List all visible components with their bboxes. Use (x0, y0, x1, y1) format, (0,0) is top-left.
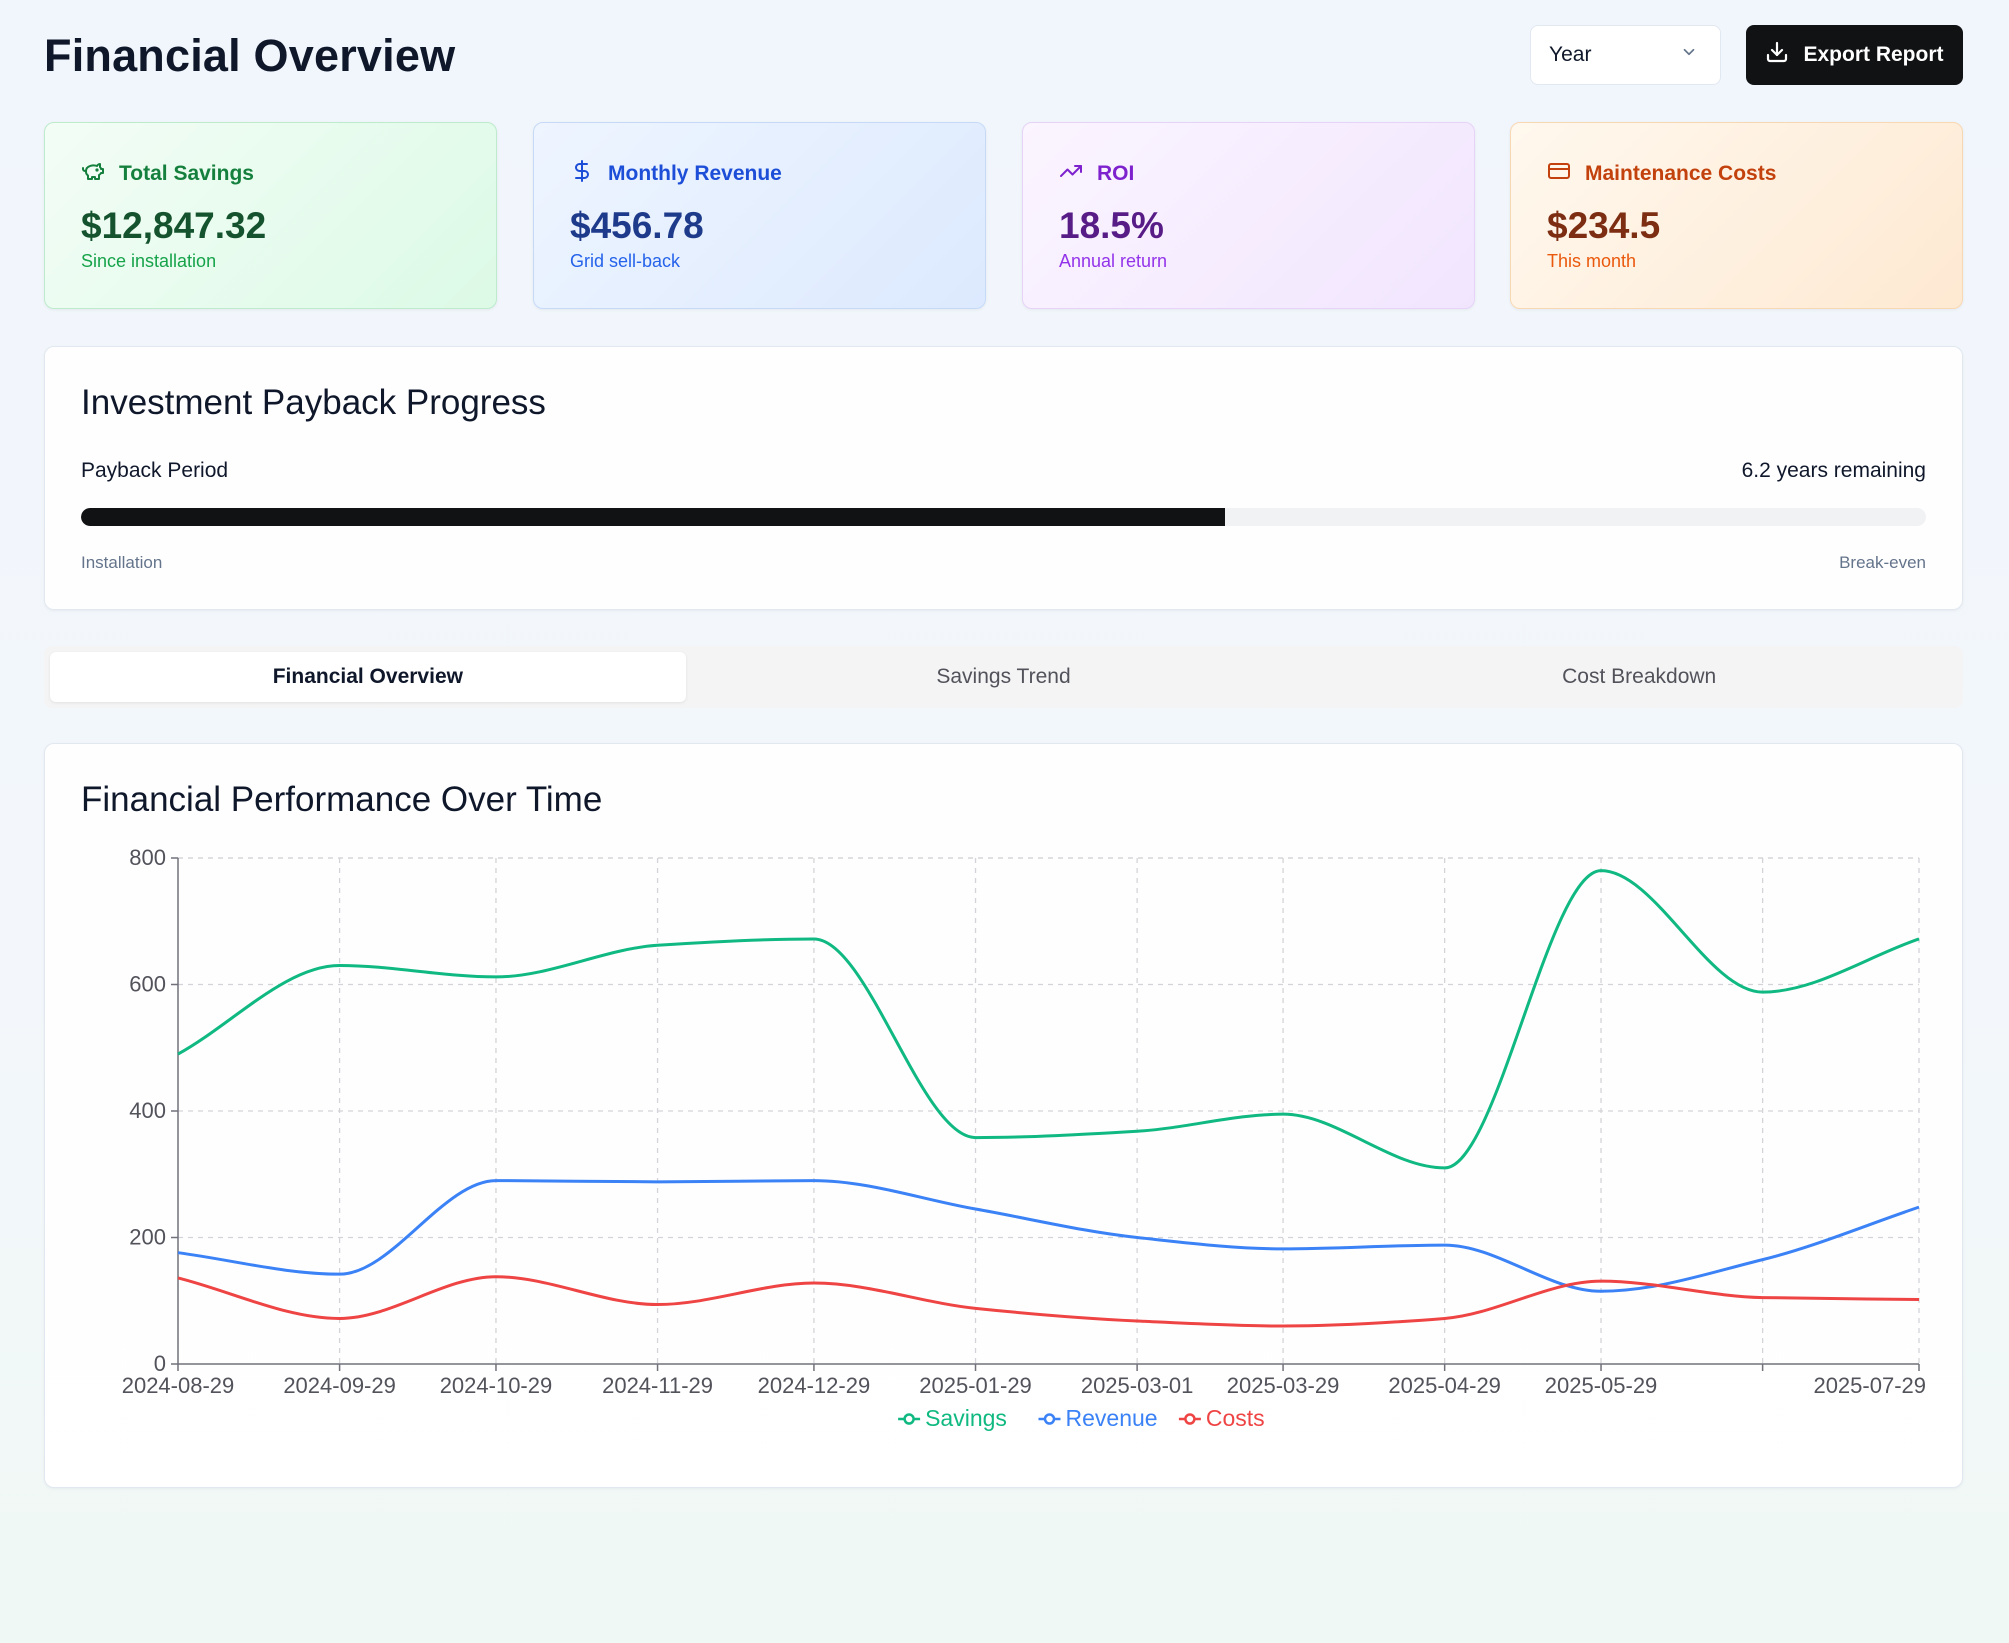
payback-progress-fill (81, 508, 1225, 526)
legend-label-costs: Costs (1206, 1405, 1265, 1431)
period-select-value: Year (1549, 43, 1592, 66)
chart-panel: Financial Performance Over Time 0 200 400 6… (44, 743, 1963, 1488)
payback-end-label: Break-even (1839, 553, 1926, 572)
legend-marker-costs (1184, 1413, 1196, 1425)
y-tick-label: 200 (129, 1225, 166, 1250)
y-tick-label: 600 (129, 972, 166, 997)
payback-title: Investment Payback Progress (81, 383, 546, 422)
roi-subtext: Annual return (1059, 251, 1168, 271)
y-tick-label: 400 (129, 1098, 166, 1123)
chevron-down-icon (1680, 43, 1698, 67)
payback-panel: Investment Payback Progress Payback Peri… (44, 346, 1963, 610)
export-report-button[interactable]: Export Report (1746, 25, 1963, 85)
payback-start-label: Installation (81, 553, 163, 572)
x-tick-label: 2024-11-29 (602, 1373, 713, 1398)
monthly-revenue-subtext: Grid sell-back (570, 251, 681, 271)
view-tabs: Financial Overview Savings Trend Cost Br… (44, 646, 1963, 708)
x-tick-label: 2025-04-29 (1388, 1373, 1501, 1398)
tab-cost-breakdown[interactable]: Cost Breakdown (1321, 652, 1957, 702)
payback-remaining: 6.2 years remaining (1741, 459, 1926, 482)
x-tick-label: 2024-12-29 (758, 1373, 871, 1398)
maintenance-costs-value: $234.5 (1547, 205, 1661, 246)
download-icon (1765, 40, 1789, 70)
roi-value: 18.5% (1059, 205, 1164, 246)
monthly-revenue-label: Monthly Revenue (608, 162, 782, 185)
y-tick-label: 800 (129, 845, 166, 870)
x-tick-label: 2025-03-29 (1227, 1373, 1340, 1398)
period-select[interactable]: Year (1530, 25, 1721, 85)
legend-marker-revenue (1043, 1413, 1056, 1425)
x-tick-label: 2025-03-01 (1081, 1373, 1194, 1398)
x-tick-label: 2025-07-29 (1813, 1373, 1926, 1398)
total-savings-subtext: Since installation (81, 251, 217, 271)
series-line-savings (177, 869, 1920, 1170)
x-tick-label: 2024-09-29 (283, 1373, 396, 1398)
legend-label-revenue: Revenue (1066, 1405, 1158, 1431)
credit-card-icon (1547, 159, 1571, 189)
page-title: Financial Overview (44, 30, 456, 81)
x-tick-label: 2025-01-29 (919, 1373, 1032, 1398)
legend-label-savings: Savings (925, 1405, 1007, 1431)
financial-performance-chart: 02004006008002024-08-29 2024-09-29 2024-10… (122, 845, 1926, 1431)
dollar-sign-icon (570, 159, 594, 189)
legend-marker-savings (903, 1413, 915, 1425)
total-savings-value: $12,847.32 (81, 205, 267, 246)
maintenance-costs-card: Maintenance Costs $234.5 This month (1510, 122, 1963, 309)
piggy-bank-icon (81, 159, 105, 189)
x-tick-label: 2025-05-29 (1545, 1373, 1658, 1398)
export-report-label: Export Report (1803, 43, 1944, 66)
x-tick-label: 2024-10-29 (440, 1373, 553, 1398)
monthly-revenue-value: $456.78 (570, 205, 704, 246)
payback-progress-bar (81, 508, 1926, 526)
maintenance-costs-label: Maintenance Costs (1585, 162, 1777, 185)
tab-financial-overview[interactable]: Financial Overview (50, 652, 686, 702)
roi-card: ROI 18.5% Annual return (1022, 122, 1475, 309)
series-line-revenue (177, 1179, 1920, 1293)
chart-title: Financial Performance Over Time (81, 780, 603, 819)
maintenance-costs-subtext: This month (1547, 251, 1637, 271)
trending-up-icon (1059, 159, 1083, 189)
total-savings-label: Total Savings (119, 162, 254, 185)
roi-label: ROI (1097, 162, 1135, 185)
payback-period-label: Payback Period (81, 459, 229, 482)
x-tick-label: 2024-08-29 (122, 1373, 235, 1398)
total-savings-card: Total Savings $12,847.32 Since installat… (44, 122, 497, 309)
monthly-revenue-card: Monthly Revenue $456.78 Grid sell-back (533, 122, 986, 309)
tab-savings-trend[interactable]: Savings Trend (686, 652, 1322, 702)
